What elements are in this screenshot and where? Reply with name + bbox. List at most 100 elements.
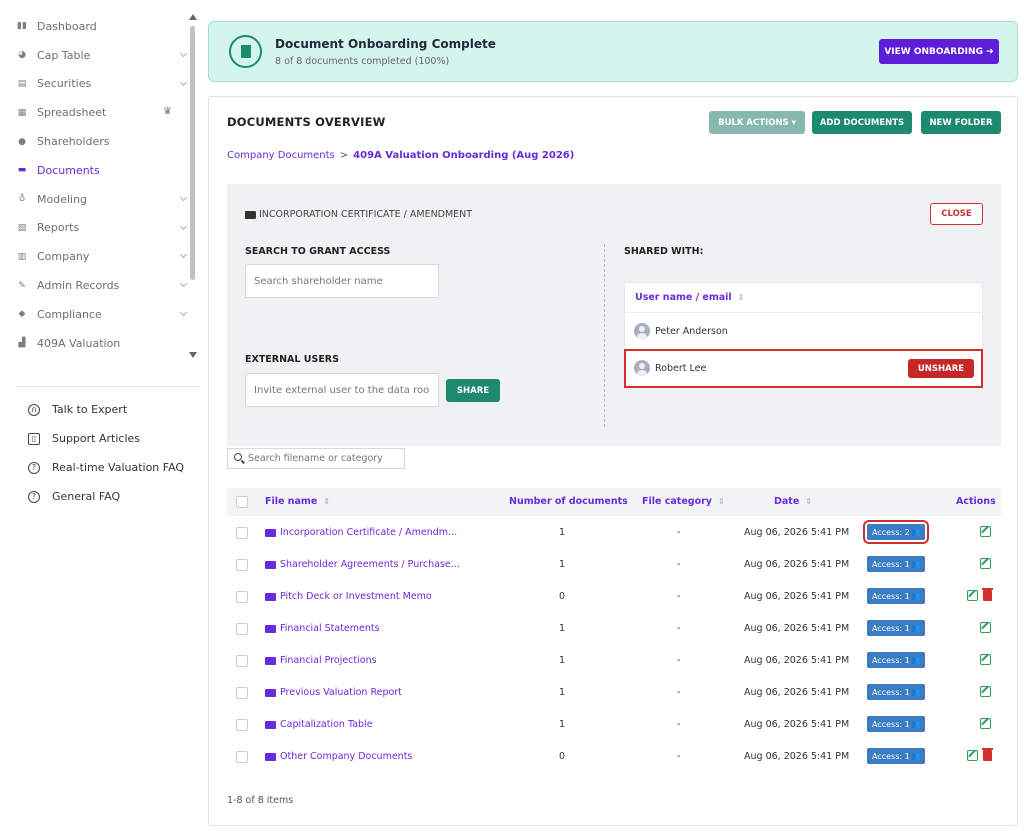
edit-icon[interactable] <box>980 686 991 697</box>
sidebar-item-409a-valuation[interactable]: ▟ 409A Valuation <box>0 329 188 358</box>
row-checkbox[interactable] <box>236 623 248 635</box>
external-user-input[interactable] <box>245 373 439 407</box>
document-count: 1 <box>559 559 566 570</box>
access-button[interactable]: Access: 1 👥 <box>867 620 926 636</box>
file-name-label: Capitalization Table <box>280 719 373 730</box>
access-label: Access: 1 <box>872 655 910 665</box>
row-checkbox[interactable] <box>236 719 248 731</box>
unshare-button[interactable]: UNSHARE <box>908 359 974 378</box>
access-button[interactable]: Access: 2 👥 <box>862 520 930 544</box>
sidebar-item-cap-table[interactable]: ◕ Cap Table <box>0 41 188 70</box>
trash-icon[interactable] <box>982 748 993 761</box>
file-name-link[interactable]: Incorporation Certificate / Amendm... <box>265 527 457 538</box>
shared-column-header[interactable]: User name / email ⇕ <box>625 283 982 313</box>
chevron-down-icon[interactable] <box>179 49 188 57</box>
access-label: Access: 1 <box>872 687 910 697</box>
sidebar-item-dashboard[interactable]: ▮▮ Dashboard <box>0 12 188 41</box>
document-count: 1 <box>559 623 566 634</box>
scroll-down-arrow-icon[interactable] <box>189 352 197 358</box>
close-button[interactable]: CLOSE <box>930 203 983 225</box>
sidebar-item-label: Cap Table <box>37 48 91 62</box>
column-date[interactable]: Date ⇕ <box>774 496 812 507</box>
file-name-link[interactable]: Shareholder Agreements / Purchase... <box>265 559 460 570</box>
row-checkbox[interactable] <box>236 527 248 539</box>
row-checkbox[interactable] <box>236 591 248 603</box>
access-label: Access: 1 <box>872 719 910 729</box>
edit-icon[interactable] <box>967 750 978 761</box>
sort-icon[interactable]: ⇕ <box>323 497 330 506</box>
access-button[interactable]: Access: 1 👥 <box>867 588 926 604</box>
select-all-checkbox[interactable] <box>236 496 248 508</box>
trash-icon[interactable] <box>982 588 993 601</box>
breadcrumb-root[interactable]: Company Documents <box>227 150 335 161</box>
help-link-real-time-valuation-faq[interactable]: ? Real-time Valuation FAQ <box>0 453 200 482</box>
access-button[interactable]: Access: 1 👥 <box>867 652 926 668</box>
edit-icon[interactable] <box>967 590 978 601</box>
sort-icon[interactable]: ⇕ <box>738 293 745 302</box>
share-button[interactable]: SHARE <box>446 379 500 402</box>
chevron-down-icon[interactable] <box>179 78 188 86</box>
row-checkbox[interactable] <box>236 687 248 699</box>
people-icon: 👥 <box>911 624 921 632</box>
sidebar-item-shareholders[interactable]: ● Shareholders <box>0 127 188 156</box>
chevron-down-icon[interactable] <box>179 193 188 201</box>
file-category: - <box>677 591 681 602</box>
sidebar-item-securities[interactable]: ▤ Securities <box>0 70 188 99</box>
column-file-name[interactable]: File name ⇕ <box>265 496 330 507</box>
row-checkbox[interactable] <box>236 559 248 571</box>
file-search-input[interactable] <box>227 448 405 469</box>
access-button[interactable]: Access: 1 👥 <box>867 716 926 732</box>
row-checkbox[interactable] <box>236 655 248 667</box>
help-link-general-faq[interactable]: ? General FAQ <box>0 482 200 511</box>
edit-icon[interactable] <box>980 654 991 665</box>
help-link-support-articles[interactable]: ▯ Support Articles <box>0 424 200 453</box>
sidebar-item-admin-records[interactable]: ✎ Admin Records <box>0 271 188 300</box>
column-file-category[interactable]: File category ⇕ <box>642 496 725 507</box>
sidebar-item-label: Admin Records <box>37 279 120 293</box>
file-name-link[interactable]: Capitalization Table <box>265 719 373 730</box>
file-name-link[interactable]: Financial Statements <box>265 623 380 634</box>
people-icon: 👥 <box>911 560 921 568</box>
document-count: 1 <box>559 719 566 730</box>
scroll-up-arrow-icon[interactable] <box>189 14 197 20</box>
view-onboarding-button[interactable]: VIEW ONBOARDING ➔ <box>879 39 999 64</box>
sidebar-item-spreadsheet[interactable]: ▦ Spreadsheet ♛ <box>0 98 188 127</box>
sidebar-item-modeling[interactable]: ♁ Modeling <box>0 185 188 214</box>
people-icon: 👥 <box>911 688 921 696</box>
shareholder-search-input[interactable] <box>245 264 439 298</box>
access-button[interactable]: Access: 1 👥 <box>867 556 926 572</box>
crown-icon: ♛ <box>163 106 172 118</box>
sort-icon[interactable]: ⇕ <box>805 497 812 506</box>
access-button[interactable]: Access: 1 👥 <box>867 748 926 764</box>
file-name-link[interactable]: Pitch Deck or Investment Memo <box>265 591 432 602</box>
edit-icon[interactable] <box>980 526 991 537</box>
new-folder-button[interactable]: NEW FOLDER <box>921 111 1001 134</box>
sidebar-scrollbar[interactable] <box>189 14 197 364</box>
edit-icon[interactable] <box>980 558 991 569</box>
sidebar-item-company[interactable]: ▥ Company <box>0 242 188 271</box>
sort-icon[interactable]: ⇕ <box>718 497 725 506</box>
file-name-link[interactable]: Financial Projections <box>265 655 377 666</box>
chevron-down-icon[interactable] <box>179 308 188 317</box>
folder-icon <box>245 210 256 219</box>
chevron-down-icon[interactable] <box>179 280 188 288</box>
sidebar-item-documents[interactable]: ▬ Documents <box>0 156 188 185</box>
access-label: Access: 2 <box>872 527 910 537</box>
file-name-link[interactable]: Other Company Documents <box>265 751 412 762</box>
bulk-actions-button[interactable]: BULK ACTIONS ▾ <box>709 111 805 134</box>
sidebar-item-compliance[interactable]: ◆ Compliance <box>0 300 188 329</box>
help-link-talk-to-expert[interactable]: ∩ Talk to Expert <box>0 395 200 424</box>
chevron-down-icon[interactable] <box>179 222 188 230</box>
file-category: - <box>677 655 681 666</box>
edit-icon[interactable] <box>980 718 991 729</box>
scroll-thumb[interactable] <box>190 26 195 280</box>
chevron-down-icon[interactable] <box>179 251 188 259</box>
sidebar-item-reports[interactable]: ▧ Reports <box>0 214 188 243</box>
people-icon: 👥 <box>911 592 921 600</box>
book-icon: ▯ <box>28 432 40 445</box>
add-documents-button[interactable]: ADD DOCUMENTS <box>812 111 912 134</box>
row-checkbox[interactable] <box>236 751 248 763</box>
access-button[interactable]: Access: 1 👥 <box>867 684 926 700</box>
edit-icon[interactable] <box>980 622 991 633</box>
file-name-link[interactable]: Previous Valuation Report <box>265 687 402 698</box>
